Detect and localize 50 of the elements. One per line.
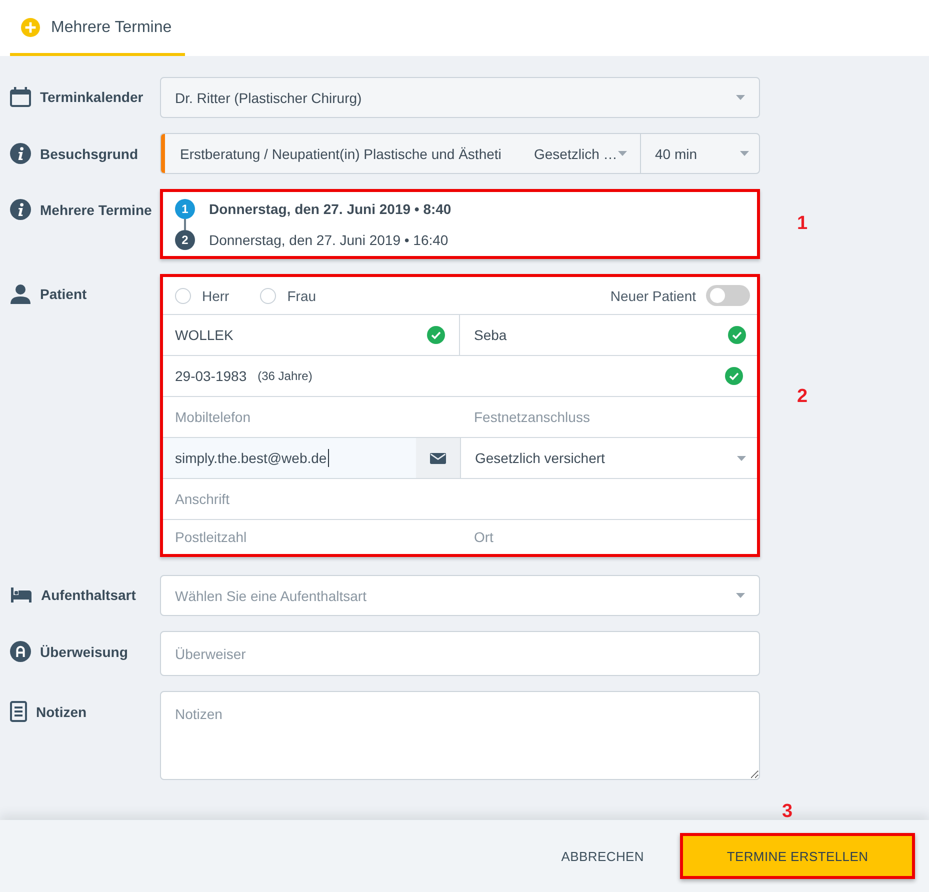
badge-icon [10,641,31,662]
radio-label[interactable]: Frau [287,288,316,304]
bed-icon [10,587,32,603]
field-label: Überweisung [40,642,128,662]
tab[interactable]: Mehrere Termine [10,0,185,56]
annotation-number: 3 [782,801,793,823]
toggle-label: Neuer Patient [610,288,696,304]
info-icon [10,199,31,220]
calendar-icon [10,87,31,107]
mail-button[interactable] [416,438,460,478]
document-icon [10,701,27,722]
referral-field[interactable]: Überweiser [160,631,760,676]
field-label: Patient [40,285,87,304]
reason-select[interactable]: Erstberatung / Neupatient(in) Plastische und Ästheti [165,134,520,173]
duration-select[interactable]: 40 min [640,134,759,173]
annotation-number: 1 [797,213,808,235]
notes-field[interactable]: Notizen [160,691,760,780]
radio-label[interactable]: Herr [202,288,230,304]
mail-icon [430,452,446,464]
step-number: 2 [175,230,195,250]
caret-icon [618,151,627,156]
field-label: Mehrere Termine [40,200,152,220]
radio-button[interactable] [175,288,191,304]
step-number: 1 [175,198,195,218]
field-label: Besuchsgrund [40,144,138,164]
toggle-switch[interactable] [706,285,750,306]
field-label: Notizen [36,702,87,722]
appointment-datetime: Donnerstag, den 27. Juni 2019 • 8:40 [209,200,452,216]
address-field[interactable]: Anschrift [163,479,757,519]
birth-date-field[interactable]: 29-03-1983 (36 Jahre) [163,356,757,396]
email-field[interactable]: simply.the.best@web.de [163,438,416,478]
caret-icon [736,593,745,598]
person-icon [10,284,31,304]
plus-icon [21,18,40,37]
insurance-select[interactable]: Gesetzlich … [520,134,640,173]
caret-icon [736,95,745,100]
caret-icon [737,456,746,460]
field-label: Aufenthaltsart [41,586,136,605]
info-icon [10,143,31,164]
annotation-number: 2 [797,386,808,408]
caret-icon [740,151,749,156]
submit-button[interactable]: TERMINE ERSTELLEN [680,833,915,879]
last-name-field[interactable]: WOLLEK [163,315,460,355]
city-field[interactable]: Ort [460,520,757,554]
field-label: Terminkalender [40,88,144,107]
cancel-button[interactable]: ABBRECHEN [545,838,660,874]
radio-button[interactable] [260,288,276,304]
postal-code-field[interactable]: Postleitzahl [163,520,460,554]
calendar-select[interactable]: Dr. Ritter (Plastischer Chirurg) [160,77,760,118]
appointment-datetime: Donnerstag, den 27. Juni 2019 • 16:40 [209,232,448,248]
